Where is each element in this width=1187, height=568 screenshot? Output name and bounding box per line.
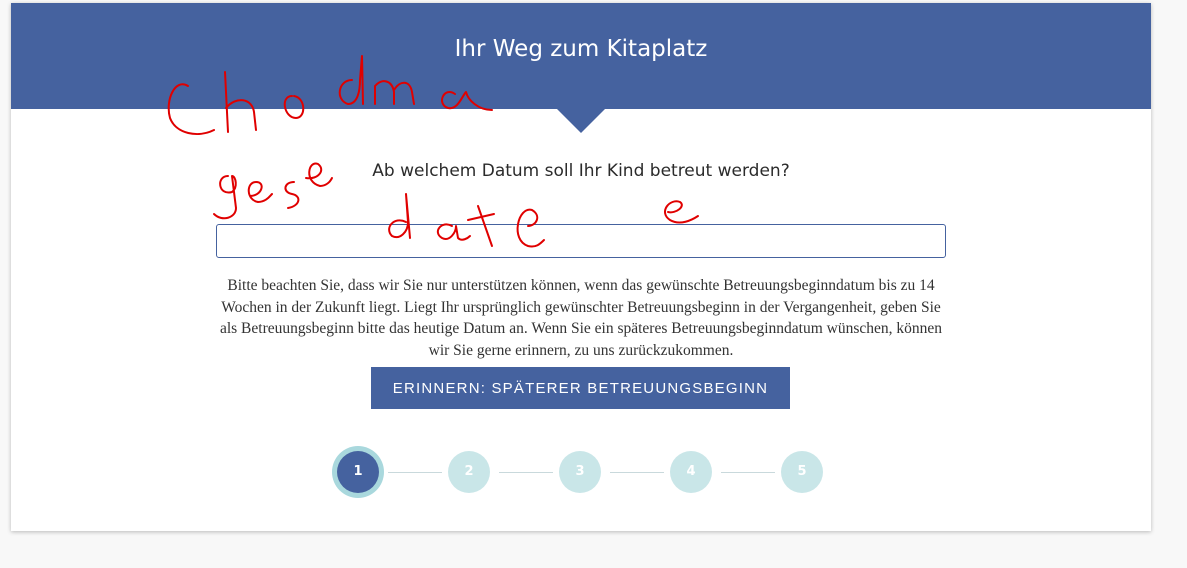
step-connector	[499, 472, 553, 473]
notice-text: Bitte beachten Sie, dass wir Sie nur unt…	[219, 277, 943, 359]
header-banner: Ihr Weg zum Kitaplatz	[11, 3, 1151, 109]
start-date-input[interactable]	[216, 224, 946, 258]
step-5[interactable]: 5	[781, 451, 823, 493]
question-label: Ab welchem Datum soll Ihr Kind betreut w…	[372, 161, 790, 181]
step-connector	[610, 472, 664, 473]
wizard-card: Ihr Weg zum Kitaplatz Ab welchem Datum s…	[11, 3, 1151, 531]
step-3[interactable]: 3	[559, 451, 601, 493]
step-connector	[721, 472, 775, 473]
header-pointer-arrow	[557, 109, 605, 133]
step-2[interactable]: 2	[448, 451, 490, 493]
step-4[interactable]: 4	[670, 451, 712, 493]
page-title: Ihr Weg zum Kitaplatz	[454, 36, 708, 62]
remind-later-button[interactable]: ERINNERN: SPÄTERER BETREUUNGSBEGINN	[371, 367, 790, 409]
step-1[interactable]: 1	[337, 451, 379, 493]
step-connector	[388, 472, 442, 473]
